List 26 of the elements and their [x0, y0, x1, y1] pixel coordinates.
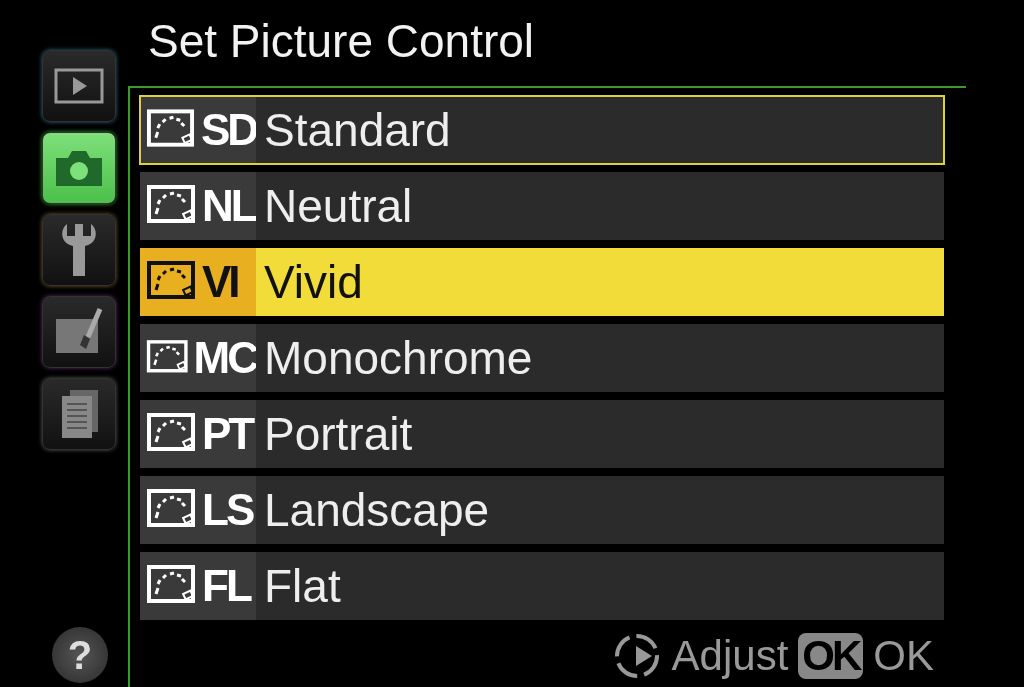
adjust-hint: Adjust: [671, 632, 789, 680]
menu-tab[interactable]: [42, 132, 116, 204]
menu-tab[interactable]: [42, 296, 116, 368]
menu-tab[interactable]: [42, 378, 116, 450]
option-code: SD: [200, 105, 256, 155]
menu-tab[interactable]: [42, 214, 116, 286]
help-button[interactable]: ?: [52, 627, 108, 683]
option-code: PT: [202, 409, 253, 459]
option-label: Flat: [264, 559, 341, 613]
option-code: VI: [202, 257, 238, 307]
option-code: FL: [202, 561, 250, 611]
option-label: Neutral: [264, 179, 413, 233]
option-code: MC: [193, 333, 256, 383]
option-label: Landscape: [264, 483, 490, 537]
option-code: NL: [202, 181, 255, 231]
screen-title: Set Picture Control: [147, 14, 536, 69]
option-label: Standard: [264, 103, 451, 157]
menu-tab[interactable]: [42, 50, 116, 122]
option-label: Portrait: [264, 407, 413, 461]
ok-key: OK: [798, 632, 864, 680]
play-icon: [54, 68, 104, 104]
option-code: LS: [202, 485, 253, 535]
option-label: Vivid: [264, 255, 363, 309]
option-label: Monochrome: [264, 331, 533, 385]
wrench-icon: [59, 222, 99, 278]
ok-hint: OK: [873, 632, 934, 680]
